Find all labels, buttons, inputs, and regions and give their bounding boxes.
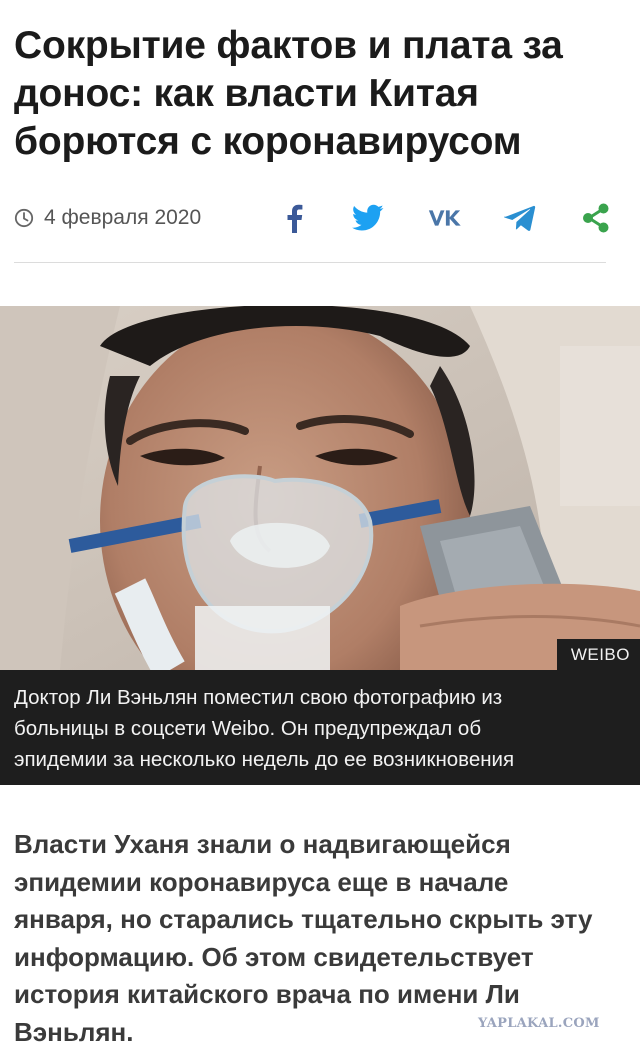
title-line: донос: как власти Китая [14, 72, 479, 115]
title-line: Сокрытие фактов и плата за [14, 24, 563, 67]
date-text: 4 февраля 2020 [44, 206, 202, 229]
lead-line: информацию. Об этом свидетельствует [14, 941, 534, 972]
divider [14, 262, 606, 263]
twitter-icon [352, 204, 384, 231]
twitter-share-button[interactable] [350, 200, 386, 236]
meta-row: 4 февраля 2020 [14, 196, 626, 240]
telegram-share-button[interactable] [502, 200, 538, 236]
photo-caption: Доктор Ли Вэньлян поместил свою фотограф… [0, 670, 640, 785]
article-photo: WEIBO [0, 306, 640, 670]
caption-line: больницы в соцсети Weibo. Он предупрежда… [14, 717, 482, 740]
telegram-icon [504, 205, 536, 231]
photo-credit: WEIBO [556, 639, 640, 670]
caption-line: эпидемии за несколько недель до ее возни… [14, 748, 515, 771]
lead-line: история китайского врача по имени Ли [14, 979, 520, 1009]
facebook-icon [287, 204, 303, 233]
lead-line: Вэньлян. [14, 1016, 134, 1047]
title-line: борются с коронавирусом [14, 120, 522, 163]
facebook-share-button[interactable] [276, 200, 312, 236]
lead-line: января, но старались тщательно скрыть эт… [14, 904, 593, 934]
site-watermark: YAPLAKAL.COM [478, 1016, 600, 1031]
article-title: Сокрытие фактов и плата за донос: как вл… [14, 22, 626, 166]
vk-share-button[interactable] [426, 200, 462, 236]
clock-icon [14, 208, 34, 228]
share-button[interactable] [578, 200, 614, 236]
share-icon [583, 203, 609, 233]
lead-line: эпидемии коронавируса еще в начале [14, 866, 509, 897]
publish-date: 4 февраля 2020 [14, 206, 201, 230]
vk-icon [428, 210, 461, 226]
lead-line: Власти Уханя знали о надвигающейся [14, 829, 511, 859]
caption-line: Доктор Ли Вэньлян поместил свою фотограф… [14, 686, 503, 709]
